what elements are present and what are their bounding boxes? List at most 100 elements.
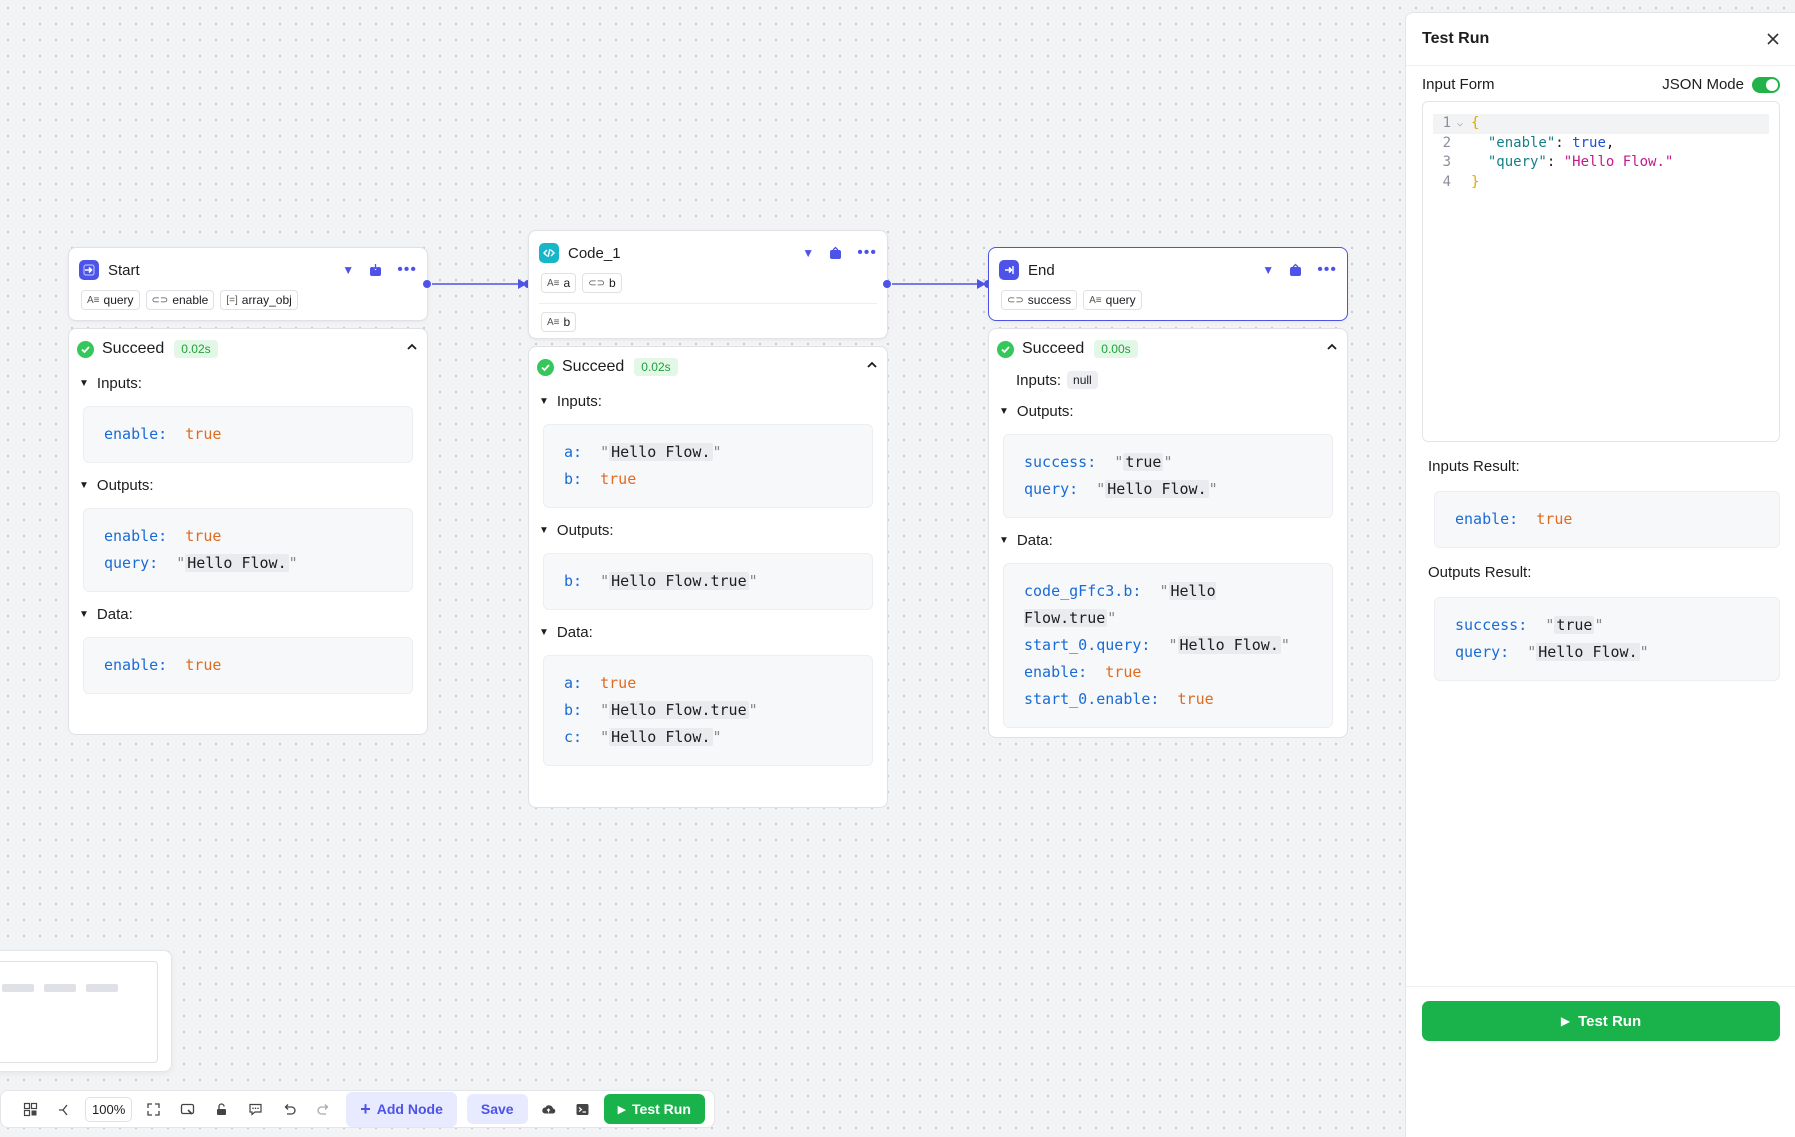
json-mode-toggle[interactable] (1752, 76, 1780, 93)
collapse-caret-icon[interactable]: ▼ (802, 246, 814, 260)
tag-array-obj: [=] array_obj (220, 290, 298, 310)
data-box: code_gFfc3.b: " Hello Flow.true " start_0.… (1003, 563, 1333, 728)
undo-icon[interactable] (272, 1094, 306, 1124)
inputs-toggle[interactable]: ▼ Inputs: (69, 361, 427, 392)
tag-success: ⊂⊃ success (1001, 290, 1078, 310)
minimap-node (2, 984, 34, 992)
inputs-box: enable: true (83, 406, 413, 463)
data-toggle[interactable]: ▼ Data: (529, 610, 887, 641)
outputs-result-box: success: " true " query: " Hello Flow. " (1434, 597, 1780, 681)
editor-line: 3 "query": "Hello Flow." (1442, 154, 1674, 170)
panel-title: Test Run (1422, 30, 1490, 47)
boolean-icon: ⊂⊃ (1007, 294, 1024, 306)
node-title: Start (108, 261, 140, 279)
close-icon[interactable] (1766, 32, 1780, 46)
tag-output-b: A≡ b (541, 312, 577, 332)
line-style-icon[interactable] (47, 1094, 81, 1124)
debug-node-icon[interactable] (828, 246, 843, 261)
tag-query: A≡ query (1083, 290, 1142, 310)
start-result-panel: Succeed 0.02s ▼ Inputs: enable: true ▼ Out… (68, 328, 428, 735)
outputs-box: b: " Hello Flow.true " (543, 553, 873, 610)
collapse-caret-icon[interactable]: ▼ (1262, 263, 1274, 277)
comment-icon[interactable] (238, 1094, 272, 1124)
inputs-result-box: enable: true (1434, 491, 1780, 548)
success-check-icon (997, 340, 1014, 358)
fold-chevron-icon[interactable]: ⌵ (1457, 114, 1471, 134)
plus-icon: + (360, 1098, 371, 1119)
duration-badge: 0.02s (634, 358, 678, 376)
string-icon: A≡ (547, 316, 560, 328)
canvas-toolbar: 100% + Add Node Save ▶ Test Run (0, 1090, 715, 1128)
duration-badge: 0.00s (1094, 340, 1138, 358)
redo-icon[interactable] (306, 1094, 340, 1124)
save-button[interactable]: Save (466, 1094, 528, 1124)
node-title: End (1028, 261, 1055, 279)
minimap-toggle-icon[interactable] (13, 1094, 47, 1124)
test-run-button[interactable]: ▶ Test Run (603, 1094, 705, 1124)
end-node-icon (999, 260, 1019, 280)
data-toggle[interactable]: ▼ Data: (69, 592, 427, 623)
tag-input-b: ⊂⊃ b (582, 273, 622, 293)
data-box: enable: true (83, 637, 413, 694)
panel-footer: ▶ Test Run (1406, 986, 1795, 1137)
outputs-result-label: Outputs Result: (1428, 564, 1532, 581)
outputs-toggle[interactable]: ▼ Outputs: (69, 463, 427, 494)
end-result-panel: Succeed 0.00s Inputs: null ▼ Outputs: succ… (988, 328, 1348, 738)
collapse-up-icon[interactable] (405, 340, 419, 359)
node-end[interactable]: End ▼ ••• ⊂⊃ success A≡ query (988, 247, 1348, 321)
editor-line: 2 "enable": true, (1442, 134, 1615, 151)
select-mode-icon[interactable] (170, 1094, 204, 1124)
minimap[interactable] (0, 950, 172, 1072)
fit-view-icon[interactable] (136, 1094, 170, 1124)
node-code[interactable]: Code_1 ▼ ••• A≡ a ⊂⊃ b A≡ b (528, 230, 888, 339)
zoom-level[interactable]: 100% (85, 1096, 133, 1122)
inputs-box: a: " Hello Flow. " b: true (543, 424, 873, 508)
string-icon: A≡ (547, 277, 560, 289)
inputs-toggle[interactable]: ▼ Inputs: (529, 379, 887, 410)
debug-node-icon[interactable] (368, 263, 383, 278)
collapse-caret-icon[interactable]: ▼ (342, 263, 354, 277)
result-status: Succeed (562, 358, 625, 375)
outputs-toggle[interactable]: ▼ Outputs: (529, 508, 887, 539)
node-title: Code_1 (568, 244, 621, 262)
input-form-label: Input Form (1422, 76, 1495, 93)
result-status: Succeed (1022, 340, 1085, 357)
success-check-icon (77, 340, 94, 358)
start-output-port[interactable] (423, 280, 431, 288)
publish-cloud-icon[interactable] (532, 1094, 566, 1124)
inputs-label: Inputs: null (989, 361, 1347, 389)
duration-badge: 0.02s (174, 340, 218, 358)
data-box: a: true b: " Hello Flow.true " c: " Hello F… (543, 655, 873, 766)
lock-icon[interactable] (204, 1094, 238, 1124)
minimap-viewport[interactable] (0, 961, 158, 1063)
code-result-panel: Succeed 0.02s ▼ Inputs: a: " Hello Flow. " … (528, 346, 888, 808)
editor-line: 4} (1442, 173, 1480, 190)
debug-node-icon[interactable] (1288, 263, 1303, 278)
null-badge: null (1067, 371, 1098, 389)
more-icon[interactable]: ••• (397, 261, 417, 279)
outputs-toggle[interactable]: ▼ Outputs: (989, 389, 1347, 420)
result-status: Succeed (102, 340, 165, 357)
boolean-icon: ⊂⊃ (588, 277, 605, 289)
data-toggle[interactable]: ▼ Data: (989, 518, 1347, 549)
test-run-panel: Test Run Input Form JSON Mode 1 ⌵{ 2 "ena… (1405, 12, 1795, 1137)
boolean-icon: ⊂⊃ (151, 294, 169, 306)
string-icon: A≡ (87, 294, 100, 306)
code-output-port[interactable] (883, 280, 891, 288)
more-icon[interactable]: ••• (1317, 261, 1337, 279)
json-editor[interactable]: 1 ⌵{ 2 "enable": true, 3 "query": "Hello … (1422, 101, 1780, 442)
play-icon: ▶ (617, 1103, 627, 1116)
more-icon[interactable]: ••• (857, 244, 877, 262)
collapse-up-icon[interactable] (1325, 340, 1339, 359)
array-icon: [=] (226, 294, 238, 306)
add-node-button[interactable]: + Add Node (346, 1091, 457, 1127)
terminal-icon[interactable] (566, 1094, 600, 1124)
node-start[interactable]: Start ▼ ••• A≡ query ⊂⊃ enable [=] array_ob… (68, 247, 428, 321)
outputs-box: enable: true query: " Hello Flow. " (83, 508, 413, 592)
editor-line: 1 ⌵{ (1433, 114, 1769, 134)
outputs-box: success: " true " query: " Hello Flow. " (1003, 434, 1333, 518)
success-check-icon (537, 358, 554, 376)
tag-query: A≡ query (81, 290, 140, 310)
collapse-up-icon[interactable] (865, 358, 879, 377)
panel-test-run-button[interactable]: ▶ Test Run (1422, 1001, 1780, 1041)
